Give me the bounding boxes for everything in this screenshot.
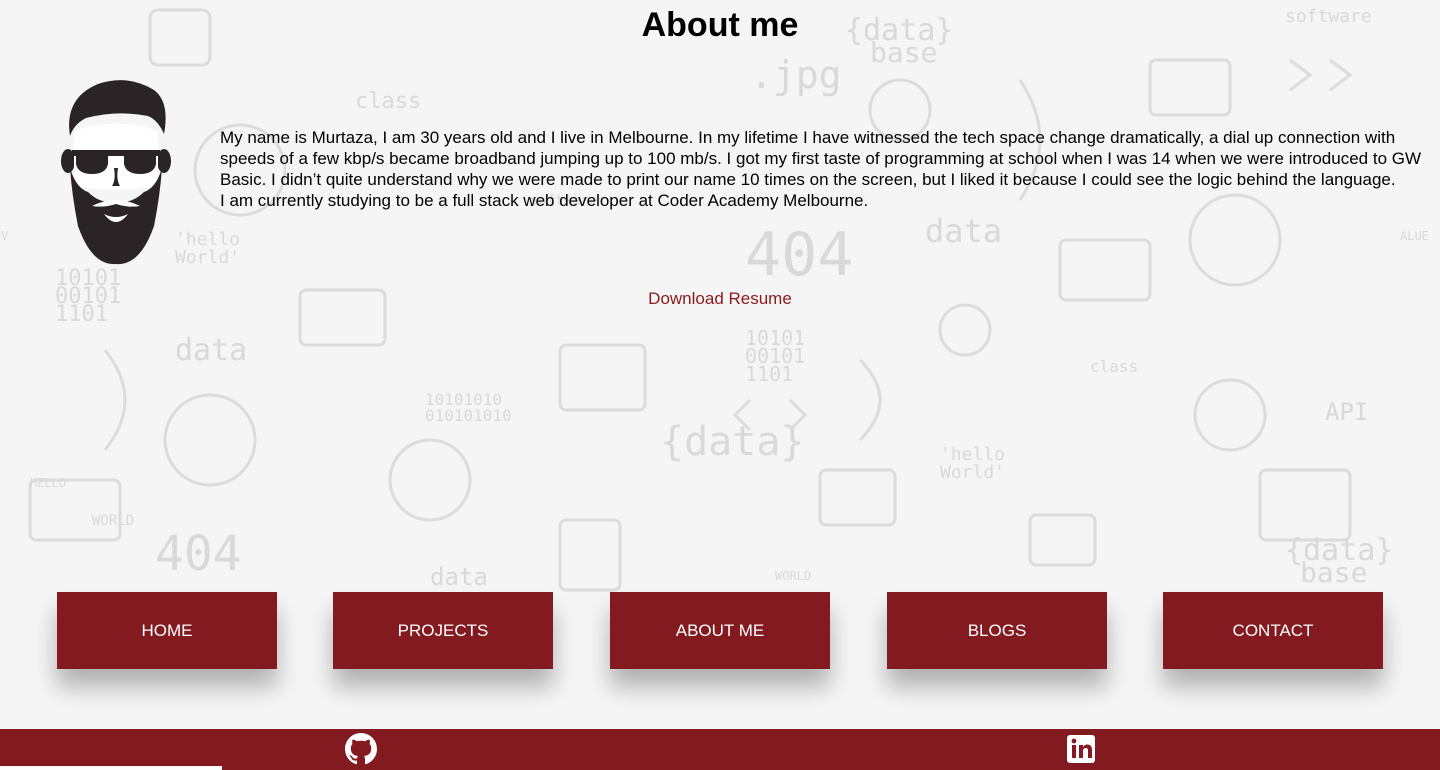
svg-text:HELLO: HELLO [30, 476, 66, 490]
nav-about-me-button[interactable]: ABOUT ME [610, 592, 830, 669]
github-icon[interactable] [345, 733, 377, 765]
nav-projects-button[interactable]: PROJECTS [333, 592, 553, 669]
footer-edge-strip [0, 766, 222, 770]
svg-text:10101: 10101 [745, 326, 805, 350]
svg-text:class: class [1090, 357, 1138, 376]
page-title: About me [641, 6, 799, 44]
svg-text:'hello: 'hello [940, 444, 1005, 465]
svg-text:data: data [925, 212, 1002, 250]
svg-text:WORLD: WORLD [775, 569, 811, 583]
svg-text:10101: 10101 [55, 266, 121, 291]
bio-paragraph: I am currently studying to be a full sta… [220, 191, 869, 210]
svg-text:WORLD: WORLD [92, 513, 134, 529]
svg-text:404: 404 [155, 526, 242, 582]
svg-text:'hello: 'hello [175, 229, 240, 250]
main-nav: HOME PROJECTS ABOUT ME BLOGS CONTACT [0, 592, 1440, 669]
svg-text:404: 404 [745, 220, 853, 290]
svg-text:00101: 00101 [745, 344, 805, 368]
svg-text:VALUE: VALUE [1, 229, 1429, 243]
nav-blogs-button[interactable]: BLOGS [887, 592, 1107, 669]
linkedin-icon[interactable] [1065, 733, 1097, 765]
nav-home-button[interactable]: HOME [57, 592, 277, 669]
nav-contact-button[interactable]: CONTACT [1163, 592, 1383, 669]
svg-text:API: API [1325, 398, 1368, 426]
bio-paragraph: My name is Murtaza, I am 30 years old an… [220, 128, 1422, 189]
download-resume-link[interactable]: Download Resume [0, 289, 1440, 309]
svg-text:{data}: {data} [1285, 533, 1393, 568]
footer [0, 729, 1440, 770]
svg-text:.jpg: .jpg [750, 53, 842, 97]
svg-text:class: class [355, 89, 421, 114]
svg-text:data: data [430, 563, 488, 591]
svg-text:base: base [1300, 556, 1367, 589]
svg-text:World': World' [175, 247, 240, 268]
svg-text:1101: 1101 [745, 362, 793, 386]
about-bio: My name is Murtaza, I am 30 years old an… [220, 127, 1432, 211]
svg-text:10101010: 10101010 [425, 390, 502, 409]
svg-text:{data}: {data} [660, 419, 805, 465]
svg-text:World': World' [940, 462, 1005, 483]
svg-text:data: data [175, 333, 247, 368]
svg-text:010101010: 010101010 [425, 406, 512, 425]
avatar [61, 80, 171, 265]
